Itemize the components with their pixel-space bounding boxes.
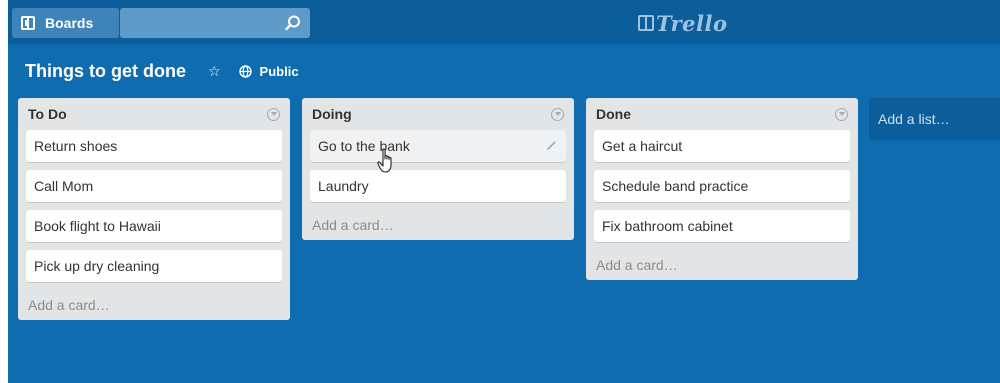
list-header: Done (586, 98, 858, 130)
globe-icon (238, 64, 252, 78)
board-app: Boards Trello Things to get done ☆ Publi… (8, 0, 1000, 383)
add-list-button[interactable]: Add a list… (869, 98, 1000, 140)
trello-logo[interactable]: Trello (638, 10, 728, 36)
list-header: Doing (302, 98, 574, 130)
card[interactable]: Laundry (310, 170, 566, 202)
list-menu-icon[interactable] (551, 107, 564, 121)
search-input[interactable] (120, 8, 310, 38)
card[interactable]: Get a haircut (594, 130, 850, 162)
list-header: To Do (18, 98, 290, 130)
list-title[interactable]: To Do (28, 106, 67, 122)
list-menu-icon[interactable] (267, 107, 280, 121)
visibility-button[interactable]: Public (238, 63, 299, 79)
board-header: Things to get done ☆ Public (8, 56, 608, 86)
trello-logo-icon (638, 15, 654, 31)
card[interactable]: Call Mom (26, 170, 282, 202)
board-title[interactable]: Things to get done (25, 61, 186, 82)
logo-text: Trello (656, 10, 728, 36)
card-hovered[interactable]: Go to the bank (310, 130, 566, 162)
card-list: Get a haircut Schedule band practice Fix… (586, 130, 858, 242)
star-icon[interactable]: ☆ (208, 63, 221, 80)
list-done: Done Get a haircut Schedule band practic… (586, 98, 858, 280)
card[interactable]: Pick up dry cleaning (26, 250, 282, 282)
add-card-link[interactable]: Add a card… (302, 210, 574, 240)
add-card-link[interactable]: Add a card… (586, 250, 858, 280)
boards-button-label: Boards (45, 15, 94, 31)
search-icon[interactable] (284, 14, 302, 32)
boards-button[interactable]: Boards (12, 8, 119, 38)
add-card-link[interactable]: Add a card… (18, 290, 290, 320)
list-to-do: To Do Return shoes Call Mom Book flight … (18, 98, 290, 320)
card[interactable]: Schedule band practice (594, 170, 850, 202)
card-list: Go to the bank Laundry (302, 130, 574, 202)
list-doing: Doing Go to the bank Laundry Add a card… (302, 98, 574, 240)
list-menu-icon[interactable] (835, 107, 848, 121)
card[interactable]: Book flight to Hawaii (26, 210, 282, 242)
list-title[interactable]: Doing (312, 106, 352, 122)
header-bar: Boards Trello (8, 0, 1000, 44)
card[interactable]: Return shoes (26, 130, 282, 162)
visibility-label: Public (259, 63, 299, 79)
card-list: Return shoes Call Mom Book flight to Haw… (18, 130, 290, 282)
boards-icon (21, 16, 35, 30)
card[interactable]: Fix bathroom cabinet (594, 210, 850, 242)
list-title[interactable]: Done (596, 106, 631, 122)
pencil-icon[interactable] (547, 141, 556, 150)
hand-cursor-icon (377, 148, 392, 173)
